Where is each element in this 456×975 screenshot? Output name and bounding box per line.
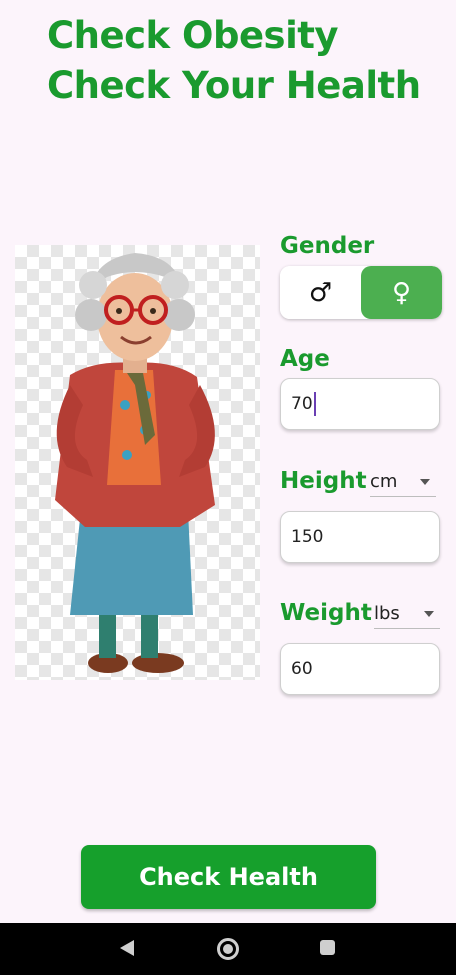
height-value: 150 [291,527,324,547]
height-unit-dropdown[interactable]: cm [370,467,436,497]
male-icon: ♂ [308,277,333,308]
age-value: 70 [291,394,313,414]
height-unit-value: cm [370,471,398,492]
weight-unit-value: lbs [374,603,400,624]
home-icon[interactable] [217,938,239,960]
check-health-button[interactable]: Check Health [81,845,376,909]
title-line-2: Check Your Health [47,64,421,107]
back-icon[interactable] [120,940,134,956]
recents-icon[interactable] [320,940,335,955]
gender-label: Gender [280,233,375,259]
weight-input[interactable]: 60 [280,643,440,695]
chevron-down-icon [420,478,430,485]
chevron-down-icon [424,610,434,617]
weight-label: Weight [280,600,372,626]
title-line-1: Check Obesity [47,14,339,57]
grandma-figure [55,253,215,673]
grandma-illustration [15,245,260,680]
weight-unit-dropdown[interactable]: lbs [374,599,440,629]
height-label: Height [280,468,367,494]
female-button[interactable]: ♀ [361,266,442,319]
gender-toggle: ♂ ♀ [280,266,442,319]
system-nav-bar [0,923,456,975]
age-input[interactable]: 70 [280,378,440,430]
weight-value: 60 [291,659,313,679]
age-label: Age [280,346,330,372]
text-cursor [313,392,316,416]
female-icon: ♀ [391,277,412,308]
male-button[interactable]: ♂ [280,266,361,319]
height-input[interactable]: 150 [280,511,440,563]
